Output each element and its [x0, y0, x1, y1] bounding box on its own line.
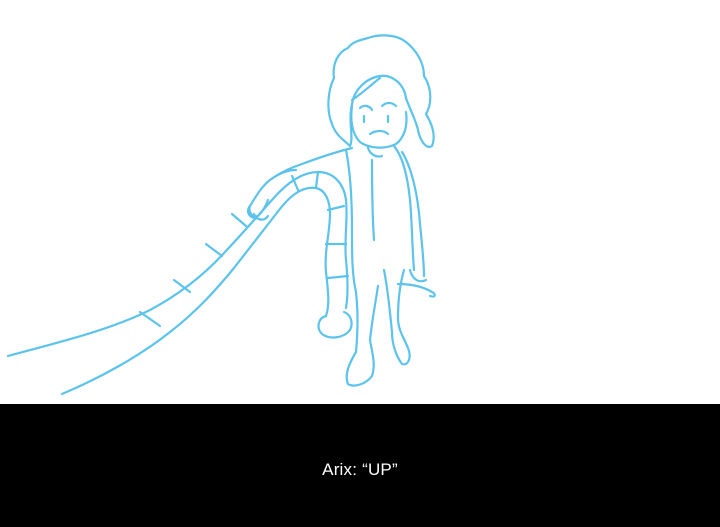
leg-left [345, 284, 380, 387]
tail [396, 282, 436, 298]
face-outline [350, 104, 408, 149]
subtitle-text: Arix: “UP” [322, 459, 398, 479]
tentacle-seg-4 [230, 212, 248, 228]
tentacle-seg-6 [314, 170, 320, 190]
tentacle-top [6, 170, 349, 358]
character-sketch [6, 34, 436, 396]
mouth [368, 129, 390, 136]
torso-right [392, 144, 416, 272]
tentacle-bottom [60, 186, 332, 396]
tentacle-curl [317, 310, 353, 339]
sketch-canvas [0, 0, 720, 404]
tentacle-seg-9 [326, 274, 350, 280]
storyboard-frame: Arix: “UP” [0, 0, 720, 527]
subtitle-bar: Arix: “UP” [0, 404, 720, 527]
neck [366, 146, 384, 158]
torso-center [370, 158, 376, 242]
hand-left [248, 168, 298, 218]
tentacle-seg-3 [204, 242, 224, 258]
eyebrow-right [380, 101, 398, 108]
tentacle-seg-1 [138, 310, 162, 328]
sketch-character-icon [6, 34, 436, 396]
eyebrow-left [358, 104, 374, 112]
